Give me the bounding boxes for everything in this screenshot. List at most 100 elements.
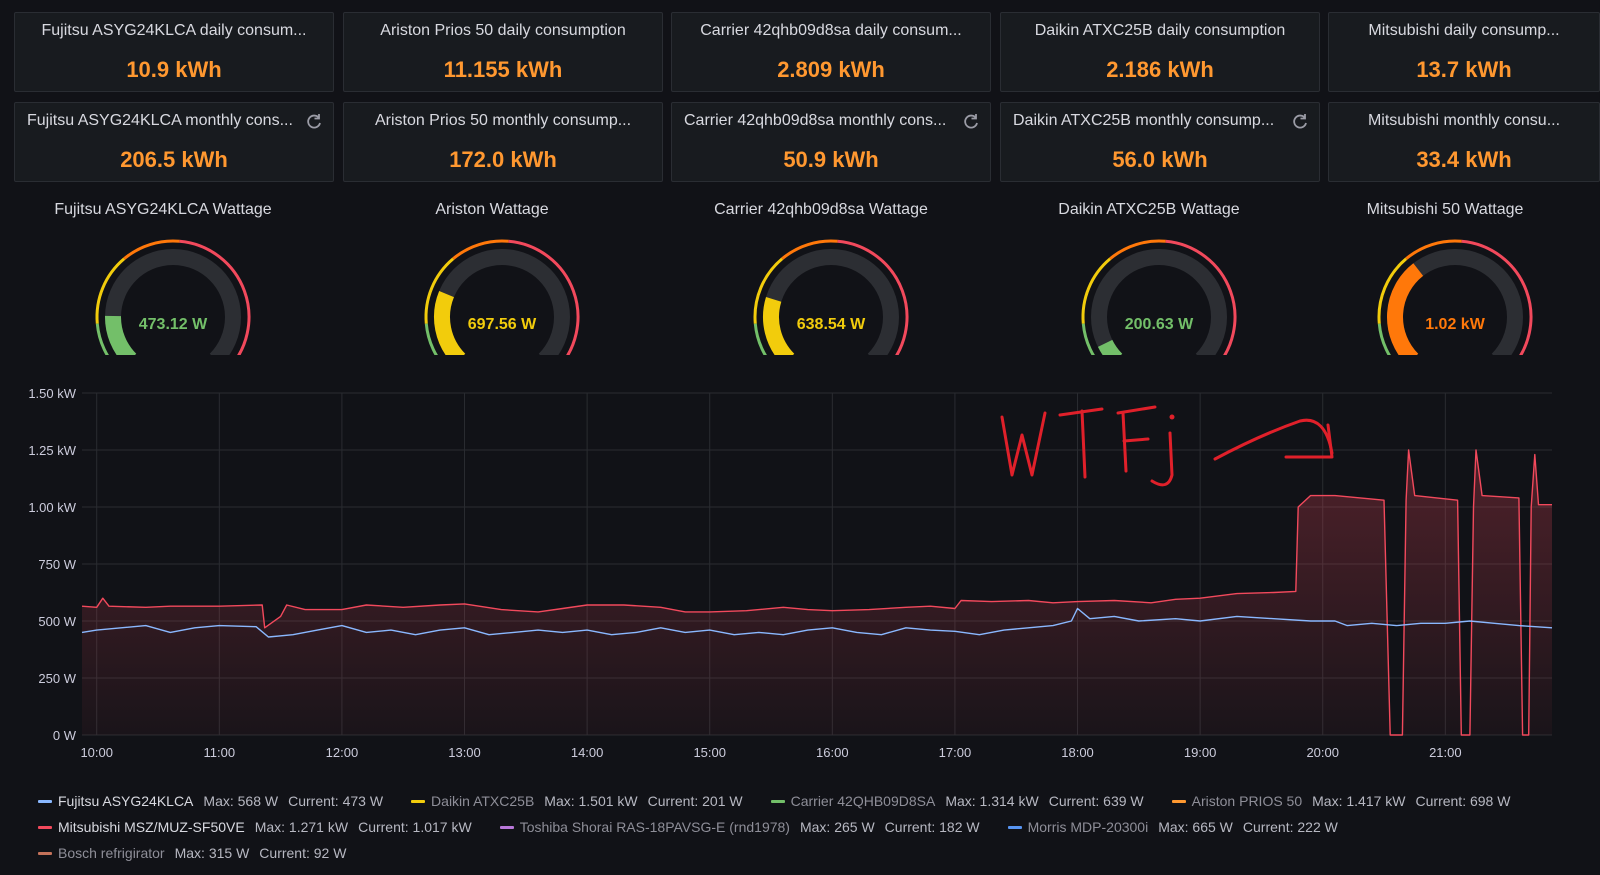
y-tick-label: 1.25 kW	[28, 443, 76, 458]
wattage-gauge	[1081, 239, 1237, 355]
monthly-stat-panel[interactable]: Fujitsu ASYG24KLCA monthly cons... 206.5 …	[14, 102, 334, 182]
legend-series-name: Carrier 42QHB09D8SA	[790, 793, 936, 809]
legend-series-name: Morris MDP-20300i	[1027, 819, 1149, 835]
monthly-stat-title: Mitsubishi monthly consu...	[1367, 112, 1561, 129]
gauge-title: Mitsubishi 50 Wattage	[1366, 201, 1524, 218]
legend-max: Max: 665 W	[1158, 819, 1233, 835]
legend-max: Max: 1.314 kW	[945, 793, 1039, 809]
y-tick-label: 500 W	[38, 614, 76, 629]
power-timeseries-chart[interactable]: 0 W 250 W 500 W 750 W 1.00 kW 1.25 kW 1.50 kW 1…	[0, 385, 1600, 780]
gauge-title: Ariston Wattage	[435, 201, 549, 218]
legend-item[interactable]: Daikin ATXC25B Max: 1.501 kW Current: 201 …	[411, 788, 753, 814]
x-tick-label: 15:00	[693, 745, 726, 760]
wattage-gauge	[424, 239, 580, 355]
legend-swatch	[1171, 799, 1186, 803]
y-tick-label: 0 W	[53, 728, 77, 743]
gauge-value: 473.12 W	[138, 316, 208, 333]
legend-max: Max: 1.501 kW	[544, 793, 638, 809]
legend-item[interactable]: Ariston PRIOS 50 Max: 1.417 kW Current: 69…	[1171, 788, 1521, 814]
legend-current: Current: 698 W	[1415, 793, 1511, 809]
daily-stat-value: 11.155 kWh	[443, 57, 563, 82]
monthly-stat-panel[interactable]: Ariston Prios 50 monthly consump... 172.0…	[343, 102, 663, 182]
gauge-title: Carrier 42qhb09d8sa Wattage	[714, 201, 928, 218]
daily-stat-panel[interactable]: Carrier 42qhb09d8sa daily consum... 2.809…	[671, 12, 991, 92]
x-tick-label: 20:00	[1306, 745, 1339, 760]
legend-item[interactable]: Fujitsu ASYG24KLCA Max: 568 W Current: 473…	[38, 788, 393, 814]
legend-current: Current: 473 W	[288, 793, 384, 809]
refresh-icon[interactable]	[304, 112, 324, 132]
gauge-value: 200.63 W	[1124, 316, 1194, 333]
legend-row: Fujitsu ASYG24KLCA Max: 568 W Current: 473…	[38, 788, 1578, 814]
daily-stat-value: 10.9 kWh	[126, 57, 222, 82]
chart-legend: Fujitsu ASYG24KLCA Max: 568 W Current: 473…	[38, 788, 1578, 866]
x-tick-label: 19:00	[1184, 745, 1217, 760]
legend-item[interactable]: Morris MDP-20300i Max: 665 W Current: 222 …	[1007, 814, 1348, 840]
legend-current: Current: 92 W	[259, 845, 347, 861]
monthly-stat-panel[interactable]: Daikin ATXC25B monthly consump... 56.0 kW…	[1000, 102, 1320, 182]
y-tick-label: 250 W	[38, 671, 76, 686]
refresh-icon[interactable]	[961, 112, 981, 132]
legend-row: Bosch refrigirator Max: 315 W Current: 92 …	[38, 840, 1578, 866]
legend-series-name: Mitsubishi MSZ/MUZ-SF50VE	[58, 819, 245, 835]
legend-swatch	[38, 851, 52, 855]
legend-item[interactable]: Bosch refrigirator Max: 315 W Current: 92 …	[38, 840, 356, 866]
refresh-icon[interactable]	[1290, 112, 1310, 132]
legend-swatch	[38, 799, 52, 803]
daily-stat-panel[interactable]: Daikin ATXC25B daily consumption 2.186 kW…	[1000, 12, 1320, 92]
legend-item[interactable]: Mitsubishi MSZ/MUZ-SF50VE Max: 1.271 kW Cu…	[38, 814, 482, 840]
daily-stat-panel[interactable]: Fujitsu ASYG24KLCA daily consum... 10.9 k…	[14, 12, 334, 92]
legend-max: Max: 315 W	[174, 845, 250, 861]
monthly-stat-value: 50.9 kWh	[783, 147, 879, 172]
monthly-stat-panel[interactable]: Mitsubishi monthly consu... 33.4 kWh	[1328, 102, 1600, 182]
legend-row: Mitsubishi MSZ/MUZ-SF50VE Max: 1.271 kW Cu…	[38, 814, 1578, 840]
legend-current: Current: 1.017 kW	[358, 819, 472, 835]
x-tick-label: 14:00	[571, 745, 604, 760]
monthly-stat-title: Daikin ATXC25B monthly consump...	[1013, 112, 1275, 129]
daily-stat-panel[interactable]: Mitsubishi daily consump... 13.7 kWh	[1328, 12, 1600, 92]
x-tick-label: 13:00	[448, 745, 481, 760]
daily-stat-panel[interactable]: Ariston Prios 50 daily consumption 11.155…	[343, 12, 663, 92]
handwritten-annotation	[1000, 405, 1334, 487]
monthly-stat-value: 56.0 kWh	[1112, 147, 1208, 172]
monthly-stat-title: Ariston Prios 50 monthly consump...	[374, 112, 632, 129]
legend-swatch	[38, 825, 52, 829]
legend-series-name: Fujitsu ASYG24KLCA	[58, 793, 194, 809]
x-tick-label: 17:00	[939, 745, 972, 760]
daily-stat-value: 13.7 kWh	[1416, 57, 1512, 82]
y-tick-label: 750 W	[38, 557, 76, 572]
legend-item[interactable]: Toshiba Shorai RAS-18PAVSG-E (rnd1978) Ma…	[499, 814, 990, 840]
y-tick-label: 1.00 kW	[28, 500, 76, 515]
gauge-value: 1.02 kW	[1425, 316, 1485, 333]
legend-max: Max: 568 W	[203, 793, 279, 809]
daily-stat-value: 2.809 kWh	[777, 57, 885, 82]
legend-item[interactable]: Carrier 42QHB09D8SA Max: 1.314 kW Current:…	[770, 788, 1154, 814]
daily-stat-title: Ariston Prios 50 daily consumption	[380, 22, 626, 39]
monthly-stat-title: Carrier 42qhb09d8sa monthly cons...	[684, 112, 947, 129]
legend-current: Current: 182 W	[884, 819, 980, 835]
legend-max: Max: 1.271 kW	[254, 819, 349, 835]
legend-current: Current: 222 W	[1242, 819, 1338, 835]
monthly-stat-value: 33.4 kWh	[1416, 147, 1512, 172]
legend-swatch	[499, 825, 514, 829]
legend-swatch	[411, 799, 426, 803]
x-tick-label: 21:00	[1429, 745, 1462, 760]
gauge-title: Daikin ATXC25B Wattage	[1058, 201, 1240, 218]
gauge-value: 697.56 W	[467, 316, 537, 333]
gauge-value: 638.54 W	[796, 316, 866, 333]
legend-series-name: Daikin ATXC25B	[431, 793, 535, 809]
legend-max: Max: 1.417 kW	[1312, 793, 1406, 809]
x-tick-label: 10:00	[80, 745, 113, 760]
daily-stat-title: Carrier 42qhb09d8sa daily consum...	[700, 22, 962, 39]
x-tick-label: 12:00	[326, 745, 359, 760]
legend-series-name: Ariston PRIOS 50	[1191, 793, 1303, 809]
legend-current: Current: 201 W	[647, 793, 743, 809]
legend-swatch	[770, 799, 785, 803]
legend-series-name: Toshiba Shorai RAS-18PAVSG-E (rnd1978)	[519, 819, 790, 835]
daily-stat-value: 2.186 kWh	[1106, 57, 1214, 82]
x-tick-label: 16:00	[816, 745, 849, 760]
monthly-stat-title: Fujitsu ASYG24KLCA monthly cons...	[27, 112, 293, 129]
legend-current: Current: 639 W	[1048, 793, 1144, 809]
x-tick-label: 18:00	[1061, 745, 1094, 760]
monthly-stat-panel[interactable]: Carrier 42qhb09d8sa monthly cons... 50.9 …	[671, 102, 991, 182]
daily-stat-title: Fujitsu ASYG24KLCA daily consum...	[41, 22, 307, 39]
